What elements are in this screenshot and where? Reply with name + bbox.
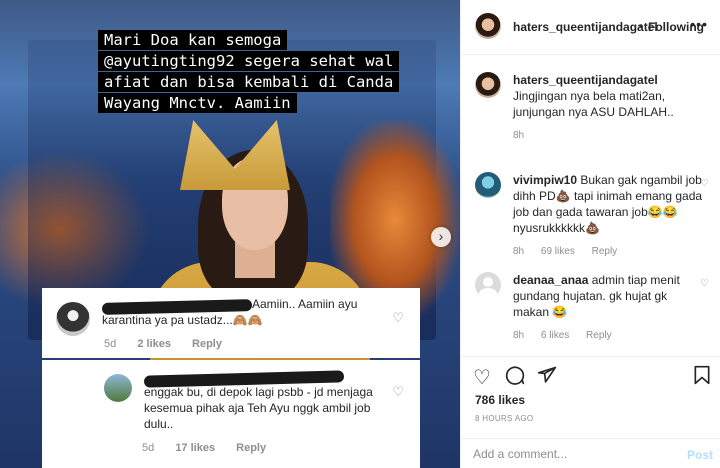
add-comment-bar: Post — [461, 438, 720, 468]
comment-age: 5d — [142, 442, 155, 454]
embedded-comment-card: Aamiin.. Aamiin ayu karantina ya pa usta… — [42, 288, 420, 358]
comment-username[interactable]: deanaa_anaa — [513, 273, 588, 287]
share-paper-plane-icon[interactable] — [537, 365, 557, 391]
image-caption: Mari Doa kan semoga @ayutingting92 seger… — [98, 30, 438, 114]
embedded-comment-card: enggak bu, di depok lagi psbb - jd menja… — [42, 360, 420, 468]
comment-age: 5d — [104, 338, 117, 350]
comment-bubble-icon[interactable] — [505, 365, 525, 391]
comment-likes[interactable]: 69 likes — [541, 246, 575, 257]
commenter-avatar[interactable] — [475, 172, 501, 198]
avatar — [104, 374, 132, 402]
more-horizontal-icon[interactable]: ••• — [690, 16, 708, 32]
comment-age[interactable]: 8h — [513, 330, 524, 341]
post-image: Mari Doa kan semoga @ayutingting92 seger… — [0, 0, 460, 468]
add-comment-input[interactable] — [473, 447, 673, 461]
commenter-avatar[interactable] — [475, 272, 501, 298]
comment-username[interactable]: haters_queentijandagatel — [513, 73, 658, 87]
comment-likes: 17 likes — [175, 442, 216, 454]
owner-avatar[interactable] — [475, 72, 501, 98]
reply-link: Reply — [192, 338, 222, 350]
post-actions-bar: ♡ — [461, 356, 720, 396]
embedded-comment-meta: 5d 2 likes Reply — [104, 338, 240, 350]
heart-icon: ♡ — [392, 310, 404, 325]
comment-age[interactable]: 8h — [513, 130, 524, 141]
like-comment-heart-icon[interactable]: ♡ — [700, 278, 709, 289]
comment-likes[interactable]: 6 likes — [541, 330, 569, 341]
avatar — [56, 302, 90, 336]
separator-dot: • — [639, 19, 644, 33]
comment-username[interactable]: vivimpiw10 — [513, 173, 577, 187]
embedded-comment-text: enggak bu, di depok lagi psbb - jd menja… — [144, 385, 373, 431]
reply-link: Reply — [236, 442, 267, 454]
likes-count[interactable]: 786 likes — [475, 393, 525, 407]
reply-button[interactable]: Reply — [586, 330, 612, 341]
post-timestamp[interactable]: 8 HOURS AGO — [475, 414, 533, 423]
post-side-panel: haters_queentijandagatel • Following •••… — [460, 0, 720, 468]
owner-username[interactable]: haters_queentijandagatel — [513, 20, 658, 34]
post-comment-button[interactable]: Post — [687, 448, 713, 462]
save-bookmark-icon[interactable] — [693, 365, 711, 391]
comment-age[interactable]: 8h — [513, 246, 524, 257]
reply-button[interactable]: Reply — [592, 246, 618, 257]
post-header: haters_queentijandagatel • Following ••• — [461, 0, 720, 55]
owner-avatar[interactable] — [475, 13, 501, 39]
caption-line: afiat dan bisa kembali di Canda — [98, 72, 400, 92]
comment-likes: 2 likes — [137, 338, 171, 350]
caption-line: @ayutingting92 segera sehat wal — [98, 51, 400, 71]
caption-line: Mari Doa kan semoga — [98, 30, 288, 50]
comment-text: Jingjingan nya bela mati2an, junjungan n… — [513, 89, 674, 119]
next-image-arrow-icon[interactable]: › — [431, 227, 451, 247]
like-heart-icon[interactable]: ♡ — [473, 365, 491, 390]
like-comment-heart-icon[interactable]: ♡ — [700, 178, 709, 189]
heart-icon: ♡ — [392, 384, 404, 399]
embedded-comment-text: Aamiin.. Aamiin ayu karantina ya pa usta… — [102, 297, 358, 327]
caption-line: Wayang Mnctv. Aamiin — [98, 93, 297, 113]
embedded-comment-meta: 5d 17 likes Reply — [142, 442, 284, 454]
